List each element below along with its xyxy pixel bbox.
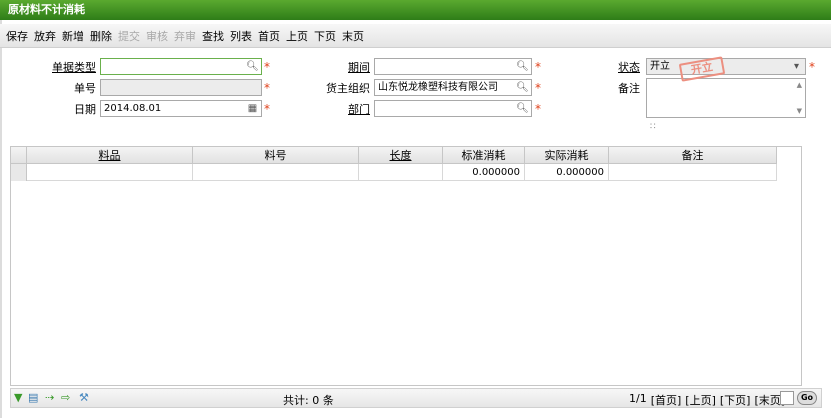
page-indicator: 1/1 (629, 392, 647, 405)
grid-footer: ▼ ▤ ⇢ ⇨ ⚒ 共计: 0 条 1/1 [首页] [上页] [下页] [末页… (10, 388, 822, 408)
insert-row-icon[interactable]: ⇢ (45, 391, 54, 405)
approve-button: 审核 (146, 29, 168, 43)
discard-button[interactable]: 放弃 (33, 28, 57, 44)
department-label[interactable]: 部门 (310, 101, 370, 117)
export-icon[interactable]: ▤ (28, 391, 38, 405)
owner-org-label: 货主组织 (326, 82, 370, 95)
date-label: 日期 (74, 103, 96, 116)
scroll-up-icon[interactable]: ▲ (797, 81, 802, 89)
toolbar: 保存 放弃 新增 删除 提交 审核 弃审 查找 列表 首页 上页 下页 末页 (0, 24, 831, 48)
remark-textarea[interactable]: ▲ ▼ (646, 78, 806, 118)
required-mark: * (535, 102, 541, 116)
append-row-icon[interactable]: ⇨ (61, 391, 70, 405)
calendar-icon[interactable]: ▦ (246, 102, 259, 115)
column-header-code[interactable]: 料号 (193, 147, 359, 164)
search-icon[interactable]: 🔍︎ (246, 60, 259, 73)
column-header-length[interactable]: 长度 (359, 147, 443, 164)
cell-remark[interactable] (609, 164, 777, 181)
owner-org-value: 山东悦龙橡塑科技有限公司 (378, 82, 498, 93)
list-button[interactable]: 列表 (229, 28, 253, 44)
required-mark: * (264, 81, 270, 95)
doc-no-label: 单号 (74, 82, 96, 95)
period-label[interactable]: 期间 (310, 59, 370, 75)
required-mark: * (535, 81, 541, 95)
grid-corner (11, 147, 27, 164)
pager: 1/1 [首页] [上页] [下页] [末页] (629, 392, 785, 408)
next-page-button[interactable]: 下页 (313, 28, 337, 44)
date-field[interactable]: 2014.08.01 ▦ (100, 100, 262, 117)
page-number-input[interactable] (780, 391, 794, 405)
submit-button: 提交 (118, 29, 140, 43)
doc-no-field (100, 79, 262, 96)
table-row[interactable]: 0.000000 0.000000 (11, 164, 777, 181)
cell-item[interactable] (27, 164, 193, 181)
settings-icon[interactable]: ⚒ (79, 391, 89, 405)
go-button[interactable]: Go (797, 391, 817, 405)
prev-page-button[interactable]: 上页 (285, 28, 309, 44)
period-field[interactable]: 🔍︎ (374, 58, 532, 75)
delete-button[interactable]: 删除 (89, 28, 113, 44)
expand-icon[interactable]: ∷ (650, 122, 656, 132)
required-mark: * (264, 60, 270, 74)
column-header-std-consumption[interactable]: 标准消耗 (443, 147, 525, 164)
required-mark: * (535, 60, 541, 74)
remark-label: 备注 (618, 82, 640, 95)
pager-prev-link[interactable]: [上页] (685, 392, 716, 408)
detail-grid: 料品 料号 长度 标准消耗 实际消耗 备注 0.000000 0.000000 (10, 146, 802, 386)
doc-type-field[interactable]: 🔍︎ (100, 58, 262, 75)
required-mark: * (264, 102, 270, 116)
add-button[interactable]: 新增 (61, 28, 85, 44)
cell-actual-consumption[interactable]: 0.000000 (525, 164, 609, 181)
department-field[interactable]: 🔍︎ (374, 100, 532, 117)
scroll-down-icon[interactable]: ▼ (797, 107, 802, 115)
search-icon[interactable]: 🔍︎ (516, 60, 529, 73)
status-value: 开立 (650, 61, 670, 72)
cell-code[interactable] (193, 164, 359, 181)
doc-type-label[interactable]: 单据类型 (36, 59, 96, 75)
status-label[interactable]: 状态 (580, 59, 640, 75)
cell-length[interactable] (359, 164, 443, 181)
pager-next-link[interactable]: [下页] (720, 392, 751, 408)
date-value: 2014.08.01 (104, 103, 162, 114)
column-header-item[interactable]: 料品 (27, 147, 193, 164)
save-button[interactable]: 保存 (5, 28, 29, 44)
column-header-remark[interactable]: 备注 (609, 147, 777, 164)
chevron-down-icon[interactable]: ▾ (790, 60, 803, 73)
unapprove-button: 弃审 (174, 29, 196, 43)
window-title: 原材料不计消耗 (0, 0, 831, 20)
total-count: 共计: 0 条 (283, 394, 334, 407)
column-header-actual-consumption[interactable]: 实际消耗 (525, 147, 609, 164)
grid-header: 料品 料号 长度 标准消耗 实际消耗 备注 (11, 147, 777, 164)
find-button[interactable]: 查找 (201, 28, 225, 44)
search-icon[interactable]: 🔍︎ (516, 81, 529, 94)
pager-first-link[interactable]: [首页] (651, 392, 682, 408)
first-page-button[interactable]: 首页 (257, 28, 281, 44)
status-field[interactable]: 开立 ▾ (646, 58, 806, 75)
filter-icon[interactable]: ▼ (14, 391, 22, 405)
cell-std-consumption[interactable]: 0.000000 (443, 164, 525, 181)
required-mark: * (809, 60, 815, 74)
search-icon[interactable]: 🔍︎ (516, 102, 529, 115)
last-page-button[interactable]: 末页 (341, 28, 365, 44)
owner-org-field[interactable]: 山东悦龙橡塑科技有限公司 🔍︎ (374, 79, 532, 96)
row-selector[interactable] (11, 164, 27, 181)
